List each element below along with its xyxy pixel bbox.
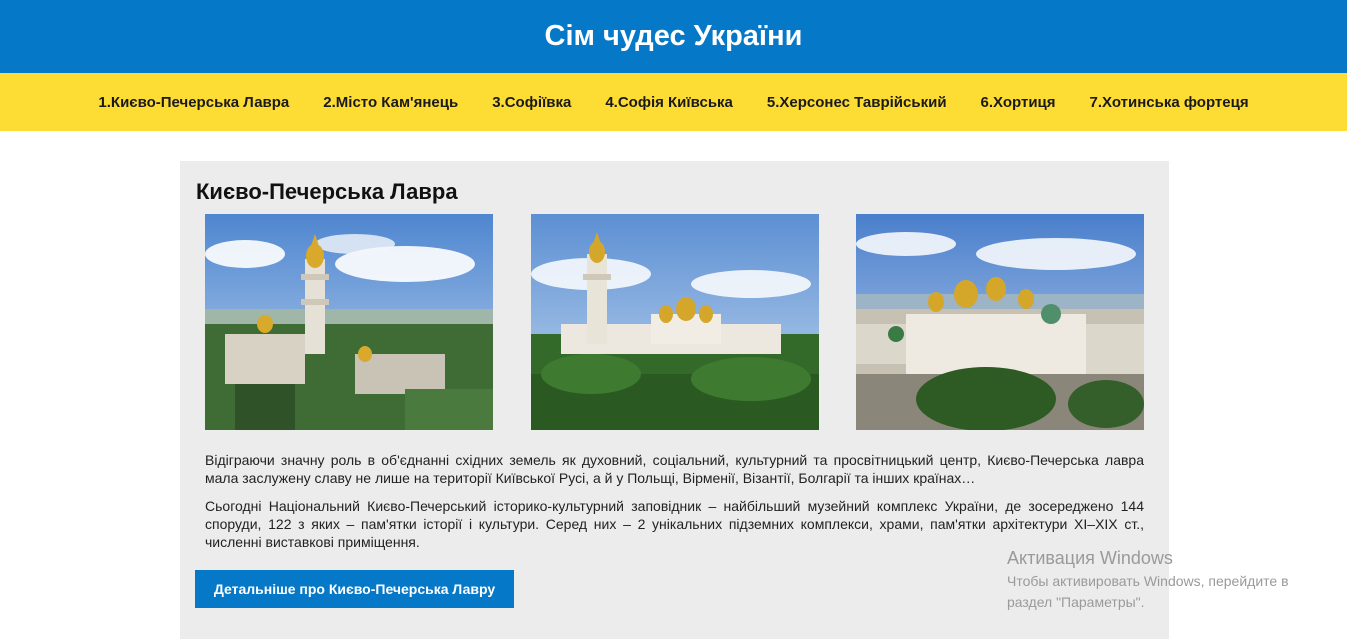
- watermark-line-1: Чтобы активировать Windows, перейдите в: [1007, 573, 1289, 589]
- site-header: Сім чудес України: [0, 0, 1347, 73]
- nav-item-sofia-kyivska[interactable]: 4.Софія Київська: [605, 94, 733, 111]
- watermark-line-2: раздел "Параметры".: [1007, 594, 1145, 610]
- windows-activation-watermark: Активация Windows Чтобы активировать Win…: [1007, 545, 1289, 613]
- lavra-photo-1: [205, 214, 493, 430]
- more-about-lavra-button[interactable]: Детальніше про Києво-Печерська Лавру: [195, 570, 514, 608]
- today-paragraph: Сьогодні Національний Києво-Печерський і…: [205, 498, 1144, 550]
- lavra-photo-2: [531, 214, 819, 430]
- main-nav: 1.Києво-Печерська Лавра 2.Місто Кам'янец…: [0, 73, 1347, 131]
- watermark-title: Активация Windows: [1007, 548, 1173, 568]
- nav-item-lavra[interactable]: 1.Києво-Печерська Лавра: [98, 94, 289, 111]
- nav-item-chersonesus[interactable]: 5.Херсонес Таврійський: [767, 94, 947, 111]
- intro-paragraph: Відіграючи значну роль в об'єднанні схід…: [205, 452, 1144, 486]
- nav-item-khotyn-fortress[interactable]: 7.Хотинська фортеця: [1090, 94, 1249, 111]
- nav-item-sofiivka[interactable]: 3.Софіївка: [492, 94, 571, 111]
- nav-item-kamianets[interactable]: 2.Місто Кам'янець: [323, 94, 458, 111]
- section-title: Києво-Печерська Лавра: [196, 179, 458, 204]
- site-title: Сім чудес України: [544, 20, 803, 52]
- lavra-photo-3: [856, 214, 1144, 430]
- nav-item-khortytsia[interactable]: 6.Хортиця: [981, 94, 1056, 111]
